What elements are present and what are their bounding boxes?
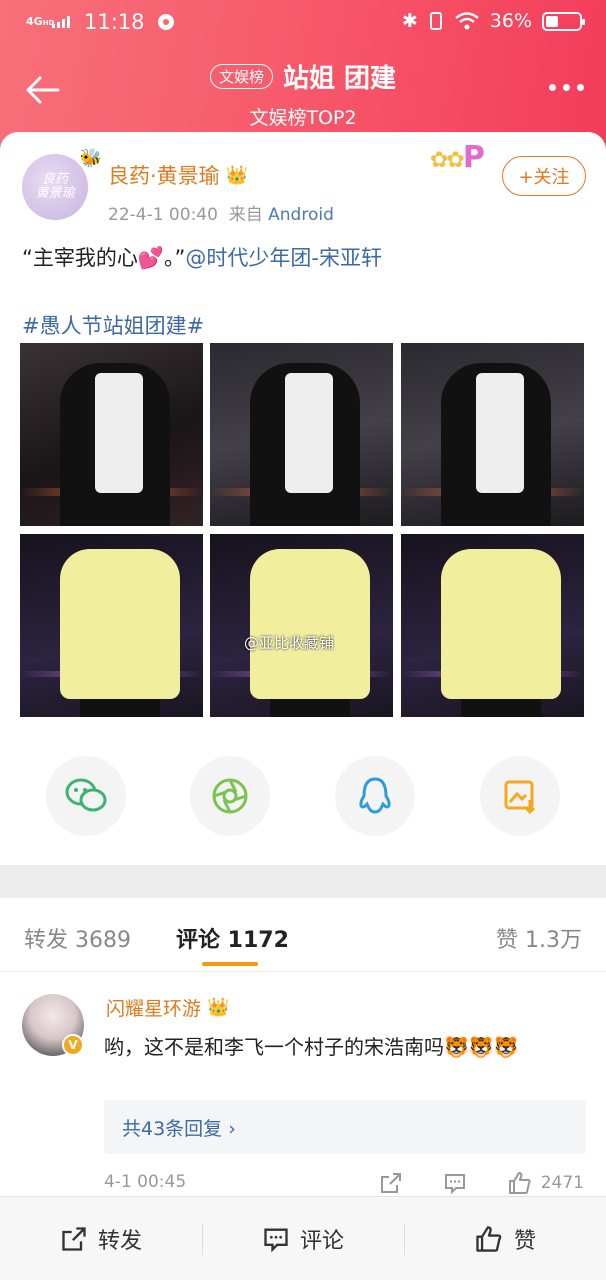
share-moments-button[interactable] (190, 756, 270, 836)
tab-repost[interactable]: 转发 3689 (24, 922, 131, 954)
comment-label: 评论 (299, 1228, 344, 1254)
page-subtitle[interactable]: 文娱榜TOP2 (0, 103, 606, 130)
photo-5[interactable] (210, 534, 393, 717)
crown-icon: 👑 (207, 997, 230, 1018)
tab-comments[interactable]: 评论 1172 (176, 922, 289, 954)
save-image-icon (504, 780, 536, 814)
page-title: 站姐 团建 (282, 64, 397, 94)
post-text: “主宰我的心💕。”@时代少年团-宋亚轩 (22, 246, 382, 270)
share-wechat-button[interactable] (46, 756, 126, 836)
share-comment-icon[interactable] (379, 1171, 403, 1195)
image-grid: @亚比收藏铺 (20, 343, 584, 717)
comment-item: V 闪耀星环游 👑 哟，这不是和李飞一个村子的宋浩南吗🐯🐯🐯 共43条回复 › 4… (0, 972, 606, 1198)
share-qq-button[interactable] (335, 756, 415, 836)
battery-icon (542, 11, 585, 31)
comment-like-count: 2471 (540, 1173, 584, 1193)
comment-icon (264, 1228, 288, 1252)
clock: 11:18 (84, 10, 145, 34)
decoration-flowers-icon: ✿✿P (430, 140, 485, 175)
repost-button[interactable]: 转发 (0, 1197, 202, 1280)
like-button[interactable]: 赞 (404, 1197, 606, 1280)
photo-4[interactable] (20, 534, 203, 717)
post-card: 良药 黄景瑜 🐝 良药·黄景瑜 👑 22-4-1 00:40 来自 Android… (0, 132, 606, 865)
author-name[interactable]: 良药·黄景瑜 👑 (108, 160, 248, 190)
comment-text: 哟，这不是和李飞一个村子的宋浩南吗🐯🐯🐯 (104, 1035, 519, 1059)
active-tab-indicator (202, 962, 258, 966)
ranking-badge[interactable]: 文娱榜 (209, 64, 273, 89)
repost-icon (62, 1226, 86, 1251)
author-avatar[interactable]: 良药 黄景瑜 🐝 (22, 148, 102, 220)
header: 4GHD 11:18 ✱ 36% 文娱榜 站姐 团建 文娱榜TOP2 (0, 0, 606, 150)
save-image-button[interactable] (480, 756, 560, 836)
more-options-icon[interactable] (549, 84, 584, 91)
like-comment-icon[interactable] (507, 1170, 533, 1196)
verified-badge-icon: V (62, 1034, 84, 1056)
status-bar: 4GHD 11:18 ✱ 36% (0, 0, 606, 46)
share-row (0, 756, 606, 836)
post-source: Android (268, 205, 334, 225)
thumbs-up-icon (476, 1225, 502, 1252)
view-replies-button[interactable]: 共43条回复 › (104, 1100, 586, 1154)
nav-bar: 文娱榜 站姐 团建 文娱榜TOP2 (0, 46, 606, 136)
bottom-action-bar: 转发 评论 赞 (0, 1196, 606, 1280)
repost-label: 转发 (97, 1228, 142, 1254)
vibrate-icon (429, 12, 442, 30)
image-watermark: @亚比收藏铺 (244, 634, 335, 652)
battery-percent: 36% (489, 10, 532, 32)
qq-icon (359, 777, 391, 814)
wechat-icon (65, 778, 107, 812)
post-tabs: 转发 3689 评论 1172 赞 1.3万 (0, 898, 606, 972)
like-label: 赞 (513, 1228, 536, 1254)
reply-comment-icon[interactable] (443, 1171, 467, 1195)
photo-6[interactable] (401, 534, 584, 717)
commenter-name[interactable]: 闪耀星环游 👑 (106, 994, 229, 1021)
follow-button[interactable]: +关注 (502, 156, 586, 196)
bluetooth-icon: ✱ (401, 10, 418, 32)
tab-likes[interactable]: 赞 1.3万 (496, 922, 582, 954)
photo-2[interactable] (210, 343, 393, 526)
moments-icon (212, 778, 248, 814)
photo-1[interactable] (20, 343, 203, 526)
post-meta: 22-4-1 00:40 来自 Android (108, 200, 334, 225)
source-prefix: 来自 (228, 205, 263, 225)
comment-button[interactable]: 评论 (202, 1197, 404, 1280)
app-notification-icon (157, 14, 174, 30)
photo-3[interactable] (401, 343, 584, 526)
mention-link[interactable]: @时代少年团-宋亚轩 (185, 246, 382, 270)
wifi-icon (455, 12, 479, 30)
signal-icon (52, 16, 70, 28)
hashtag-link[interactable]: #愚人节站姐团建# (22, 310, 204, 340)
network-indicator: 4GHD (26, 14, 55, 28)
comment-time: 4-1 00:45 (104, 1172, 187, 1192)
post-time: 22-4-1 00:40 (108, 205, 218, 225)
avatar-decoration-icon: 🐝 (79, 148, 102, 169)
crown-icon: 👑 (225, 164, 249, 186)
